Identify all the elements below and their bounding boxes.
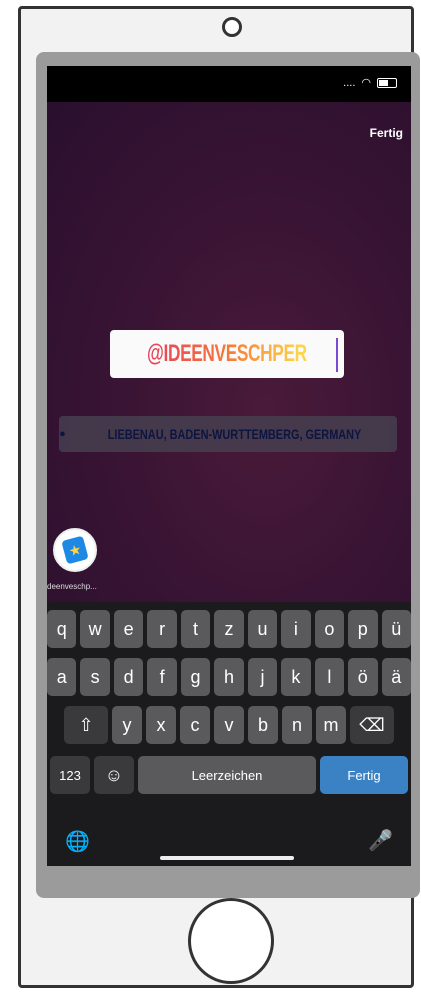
key[interactable]: f bbox=[147, 658, 177, 696]
lightbulb-icon: ★ bbox=[61, 535, 89, 565]
done-button[interactable]: Fertig bbox=[370, 126, 403, 140]
story-canvas[interactable]: Fertig @IDEENVESCHPER ● LIEBENAU, BADEN-… bbox=[47, 102, 411, 662]
key[interactable]: i bbox=[281, 610, 311, 648]
key[interactable]: n bbox=[282, 706, 312, 744]
phone-screen: .... ◠ Fertig @IDEENVESCHPER ● LIEBENAU,… bbox=[47, 66, 411, 866]
keyboard-row-3: ⇧ y x c v b n m ⌫ bbox=[47, 706, 411, 744]
keyboard-row-4: 123 ☺ Leerzeichen Fertig bbox=[47, 756, 411, 794]
key[interactable]: j bbox=[247, 658, 278, 696]
home-indicator bbox=[160, 856, 294, 860]
location-pin-icon: ● bbox=[59, 428, 66, 440]
key[interactable]: c bbox=[180, 706, 210, 744]
key[interactable]: d bbox=[113, 658, 144, 696]
globe-icon[interactable]: 🌐 bbox=[65, 831, 90, 853]
key[interactable]: ü bbox=[381, 610, 411, 648]
keyboard-done-button[interactable]: Fertig bbox=[320, 756, 408, 794]
key[interactable]: o bbox=[314, 610, 345, 648]
key[interactable]: g bbox=[180, 658, 211, 696]
status-bar: .... ◠ bbox=[47, 66, 411, 102]
battery-icon bbox=[377, 77, 397, 88]
key[interactable]: y bbox=[112, 706, 142, 744]
key[interactable]: w bbox=[80, 610, 110, 648]
backspace-icon[interactable]: ⌫ bbox=[350, 706, 394, 744]
key[interactable]: a bbox=[47, 658, 77, 696]
key[interactable]: ö bbox=[348, 658, 378, 696]
location-label: LIEBENAU, BADEN-WURTTEMBERG, GERMANY bbox=[107, 426, 362, 442]
key[interactable]: ä bbox=[381, 658, 411, 696]
shift-icon[interactable]: ⇧ bbox=[64, 706, 108, 744]
key[interactable]: b bbox=[248, 706, 278, 744]
key[interactable]: x bbox=[146, 706, 176, 744]
key[interactable]: t bbox=[180, 610, 211, 648]
key[interactable]: u bbox=[247, 610, 278, 648]
avatar-username: deenveschp... bbox=[47, 582, 97, 591]
key[interactable]: r bbox=[147, 610, 177, 648]
microphone-icon[interactable]: 🎤 bbox=[368, 828, 393, 853]
key[interactable]: q bbox=[47, 610, 77, 648]
keyboard-row-2: a s d f g h j k l ö ä bbox=[47, 658, 411, 696]
numbers-key[interactable]: 123 bbox=[50, 756, 90, 794]
avatar[interactable]: ★ bbox=[53, 528, 97, 572]
text-caret bbox=[336, 338, 338, 372]
key[interactable]: l bbox=[314, 658, 345, 696]
key[interactable]: s bbox=[80, 658, 110, 696]
space-key[interactable]: Leerzeichen bbox=[138, 756, 316, 794]
home-button[interactable] bbox=[188, 898, 274, 984]
emoji-icon[interactable]: ☺ bbox=[94, 756, 134, 794]
keyboard-row-1: q w e r t z u i o p ü bbox=[47, 610, 411, 648]
status-icons: .... ◠ bbox=[343, 76, 397, 89]
key[interactable]: z bbox=[214, 610, 244, 648]
key[interactable]: h bbox=[214, 658, 244, 696]
key[interactable]: v bbox=[214, 706, 244, 744]
key[interactable]: e bbox=[113, 610, 144, 648]
signal-dots: .... bbox=[343, 76, 356, 89]
earpiece-icon bbox=[222, 17, 242, 37]
key[interactable]: m bbox=[316, 706, 346, 744]
wifi-icon: ◠ bbox=[361, 77, 371, 89]
key[interactable]: k bbox=[281, 658, 311, 696]
key[interactable]: p bbox=[348, 610, 378, 648]
mention-sticker-input[interactable]: @IDEENVESCHPER bbox=[110, 330, 344, 378]
mention-text: @IDEENVESCHPER bbox=[147, 340, 307, 367]
location-sticker[interactable]: ● LIEBENAU, BADEN-WURTTEMBERG, GERMANY bbox=[59, 416, 397, 452]
